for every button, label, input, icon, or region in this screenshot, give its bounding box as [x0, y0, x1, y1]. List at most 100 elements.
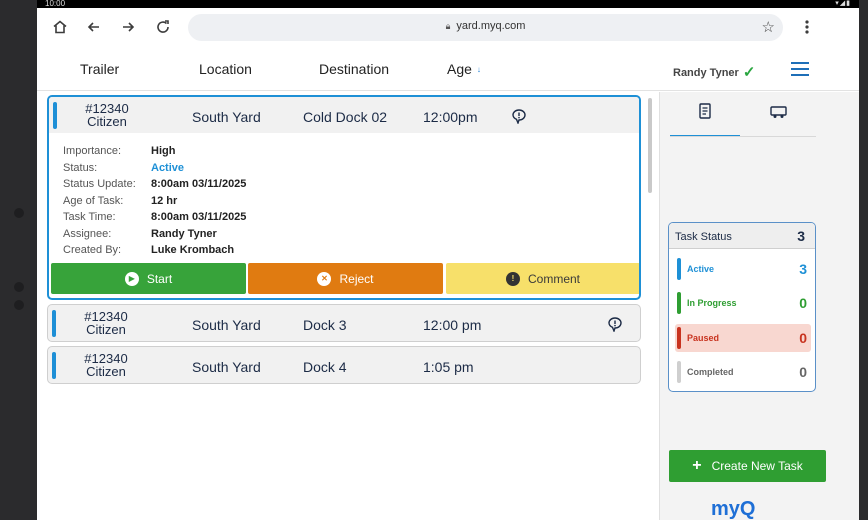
bookmark-star-icon[interactable]: ☆ [762, 18, 775, 36]
detail-label: Importance: [63, 145, 122, 157]
system-status-bar: 10:00 ▾◢▮ [37, 0, 859, 8]
column-header-age[interactable]: Age ↓ [447, 61, 481, 77]
back-arrow-icon[interactable] [84, 17, 104, 37]
task-location: South Yard [192, 109, 261, 125]
reject-button-label: Reject [339, 271, 374, 286]
start-button-label: Start [146, 271, 173, 286]
column-header-destination[interactable]: Destination [319, 61, 389, 77]
close-circle-icon: ✕ [317, 271, 332, 286]
task-time: 12:00pm [423, 109, 478, 125]
task-card[interactable]: #12340 Citizen South Yard Dock 4 1:05 pm [47, 346, 641, 384]
task-card-row[interactable]: #12340 Citizen South Yard Dock 4 1:05 pm [48, 347, 640, 383]
status-label: Completed [687, 367, 734, 377]
status-label: Paused [687, 333, 720, 343]
comment-bubble-icon[interactable] [511, 108, 527, 126]
status-indicator-bar [52, 352, 56, 379]
detail-label: Assignee: [63, 227, 112, 240]
detail-value: Luke Krombach [151, 244, 235, 256]
detail-label: Status: [63, 161, 98, 174]
task-destination: Cold Dock 02 [303, 109, 388, 125]
forward-arrow-icon[interactable] [118, 17, 138, 37]
task-card[interactable]: #12340 Citizen South Yard Cold Dock 02 12… [47, 95, 641, 300]
user-status: Randy Tyner ✓ [673, 63, 755, 81]
comment-icon: ! [505, 271, 520, 286]
task-time: 12:00 pm [423, 317, 482, 333]
status-count: 0 [799, 364, 807, 380]
comment-button-label: Comment [527, 271, 580, 286]
carrier-name: Citizen [86, 364, 126, 379]
status-row-in-progress[interactable]: In Progress 0 [675, 289, 811, 317]
comment-bubble-icon[interactable] [607, 316, 623, 334]
tab-divider [670, 136, 816, 137]
start-button[interactable]: ▶ Start [51, 263, 246, 294]
task-location: South Yard [192, 359, 261, 375]
create-new-task-button[interactable]: + Create New Task [669, 450, 826, 482]
status-count: 0 [799, 330, 807, 346]
checkmark-icon: ✓ [742, 64, 756, 81]
device-sensor [14, 282, 24, 292]
hamburger-menu-icon[interactable] [791, 62, 809, 76]
detail-label: Created By: [63, 244, 122, 256]
status-color-bar [677, 258, 681, 280]
truck-icon [769, 105, 789, 124]
task-status-title: Task Status [675, 231, 732, 243]
device-sensor [14, 300, 24, 310]
reload-icon[interactable] [153, 17, 173, 37]
column-header-trailer[interactable]: Trailer [80, 61, 119, 77]
detail-label: Age of Task: [63, 194, 124, 207]
task-card-row[interactable]: #12340 Citizen South Yard Cold Dock 02 12… [49, 97, 639, 133]
task-destination: Dock 3 [303, 317, 347, 333]
detail-value: High [151, 145, 176, 157]
system-status-icons: ▾◢▮ [835, 0, 851, 7]
detail-value: Randy Tyner [151, 227, 217, 240]
trailer-id: #12340 Citizen [72, 102, 142, 128]
browser-toolbar: 🔒︎ yard.myq.com ☆ [37, 8, 859, 46]
device-sensor [14, 208, 24, 218]
tablet-device: 10:00 ▾◢▮ 🔒︎ yard.myq.com ☆ Trailer Loca… [0, 0, 868, 520]
status-color-bar [677, 327, 681, 349]
column-header-location[interactable]: Location [199, 61, 252, 77]
play-icon: ▶ [124, 271, 139, 286]
user-name: Randy Tyner [673, 67, 739, 79]
status-label: Active [687, 264, 715, 274]
lock-icon: 🔒︎ [445, 21, 451, 31]
status-color-bar [677, 361, 681, 383]
status-row-paused[interactable]: Paused 0 [675, 324, 811, 352]
carrier-name: Citizen [87, 114, 127, 129]
status-row-completed[interactable]: Completed 0 [675, 358, 811, 386]
tab-trailers[interactable] [744, 92, 814, 137]
address-bar[interactable]: 🔒︎ yard.myq.com ☆ [188, 14, 783, 41]
trailer-id: #12340 Citizen [71, 310, 141, 336]
task-status-header: Task Status 3 [669, 223, 815, 249]
comment-button[interactable]: ! Comment [446, 263, 639, 294]
trailer-id: #12340 Citizen [71, 352, 141, 378]
tab-tasks[interactable] [670, 92, 740, 137]
status-indicator-bar [52, 310, 56, 337]
detail-value-status: Active [151, 161, 185, 174]
more-options-icon[interactable] [797, 17, 817, 37]
detail-value: 12 hr [151, 194, 178, 207]
browser-screen: 🔒︎ yard.myq.com ☆ Trailer Location Destin… [37, 8, 859, 520]
sort-down-arrow-icon: ↓ [476, 65, 481, 74]
status-color-bar [677, 292, 681, 314]
task-status-total: 3 [797, 228, 805, 244]
task-destination: Dock 4 [303, 359, 347, 375]
detail-label: Task Time: [63, 211, 116, 223]
task-card[interactable]: #12340 Citizen South Yard Dock 3 12:00 pm [47, 304, 641, 342]
task-time: 1:05 pm [423, 359, 474, 375]
create-new-task-label: Create New Task [711, 459, 803, 473]
task-location: South Yard [192, 317, 261, 333]
detail-label: Status Update: [63, 178, 136, 190]
task-card-row[interactable]: #12340 Citizen South Yard Dock 3 12:00 pm [48, 305, 640, 341]
task-list: #12340 Citizen South Yard Cold Dock 02 12… [37, 92, 657, 520]
carrier-name: Citizen [86, 322, 126, 337]
system-time: 10:00 [45, 0, 66, 8]
list-scrollbar[interactable] [648, 98, 652, 193]
status-count: 3 [799, 261, 807, 277]
detail-value: 8:00am 03/11/2025 [151, 211, 247, 223]
myq-logo: myQ [711, 498, 756, 520]
home-icon[interactable] [50, 17, 70, 37]
status-row-active[interactable]: Active 3 [675, 255, 811, 283]
task-status-panel: Task Status 3 Active 3 In Progress 0 Pau… [668, 222, 816, 392]
reject-button[interactable]: ✕ Reject [248, 263, 443, 294]
